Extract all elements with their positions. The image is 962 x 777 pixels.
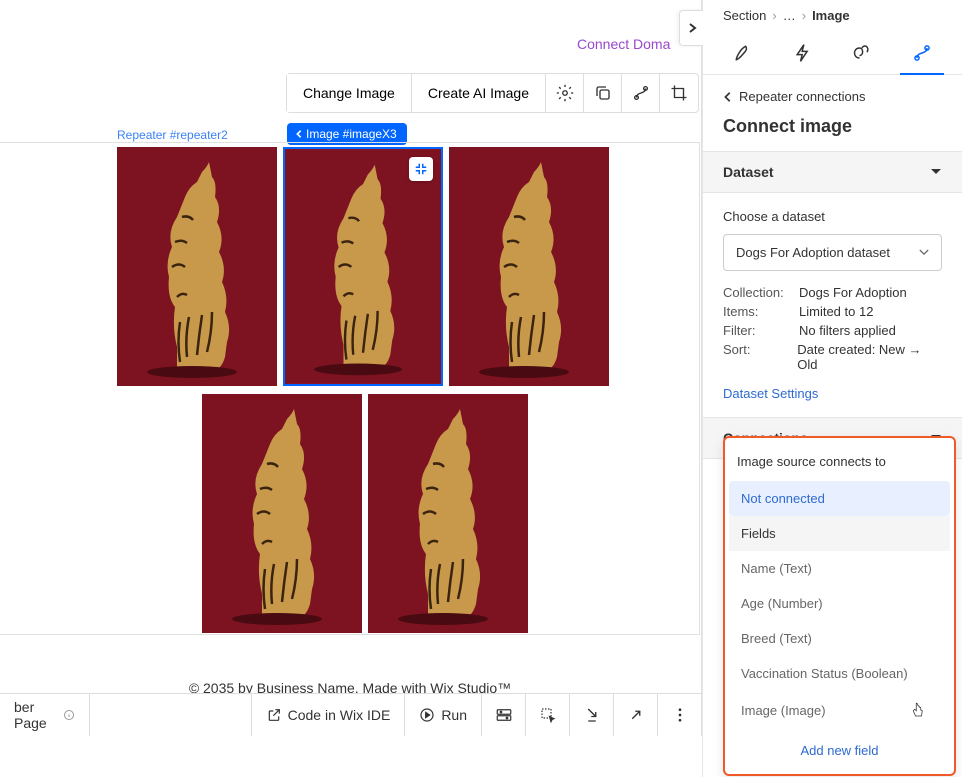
connect-domain-link[interactable]: Connect Doma — [577, 36, 670, 52]
connects-to-dropdown: Image source connects to Not connected F… — [723, 436, 956, 776]
tab-interactions-icon[interactable] — [833, 31, 893, 74]
dataset-select[interactable]: Dogs For Adoption dataset — [723, 234, 942, 271]
repeater-item-5[interactable] — [368, 394, 528, 633]
fields-group-header: Fields — [729, 516, 950, 551]
create-ai-image-button[interactable]: Create AI Image — [412, 74, 546, 112]
option-field-breed[interactable]: Breed (Text) — [729, 621, 950, 656]
breadcrumb-sep: › — [802, 8, 806, 23]
dataset-section-header[interactable]: Dataset — [703, 151, 962, 193]
play-icon — [419, 707, 435, 723]
panel-back-button[interactable]: Repeater connections — [703, 75, 962, 112]
tab-connect-icon[interactable] — [892, 31, 952, 74]
dataset-body: Choose a dataset Dogs For Adoption datas… — [703, 193, 962, 417]
image-grid-row1 — [117, 147, 627, 386]
find-replace-icon[interactable] — [482, 694, 526, 736]
page-indicator[interactable]: ber Page — [0, 694, 90, 736]
option-not-connected[interactable]: Not connected — [729, 481, 950, 516]
meta-items: Items:Limited to 12 — [723, 304, 942, 319]
breadcrumb: Section › … › Image — [703, 0, 962, 31]
repeater-label[interactable]: Repeater #repeater2 — [117, 128, 228, 142]
image-label-text: Image #imageX3 — [306, 127, 397, 141]
add-new-field-link[interactable]: Add new field — [729, 729, 950, 760]
crop-icon[interactable] — [660, 74, 698, 112]
breadcrumb-sep: › — [772, 8, 776, 23]
dataset-select-value: Dogs For Adoption dataset — [736, 245, 890, 260]
collapse-handle-icon[interactable] — [409, 157, 433, 181]
option-field-name[interactable]: Name (Text) — [729, 551, 950, 586]
bottom-spacer — [90, 694, 252, 736]
more-icon[interactable] — [658, 694, 702, 736]
connects-to-label: Image source connects to — [729, 442, 950, 481]
meta-sort: Sort:Date created: New → Old — [723, 342, 942, 372]
chevron-down-icon — [919, 249, 929, 256]
repeater-item-3[interactable] — [449, 147, 609, 386]
dataset-settings-link[interactable]: Dataset Settings — [723, 386, 818, 401]
option-field-vaccination[interactable]: Vaccination Status (Boolean) — [729, 656, 950, 691]
option-field-age[interactable]: Age (Number) — [729, 586, 950, 621]
connect-icon[interactable] — [622, 74, 660, 112]
canvas-area: Connect Doma Change Image Create AI Imag… — [0, 0, 702, 735]
copy-icon[interactable] — [584, 74, 622, 112]
run-label: Run — [441, 707, 467, 723]
chevron-down-icon — [930, 168, 942, 176]
inspector-panel: Section › … › Image Repeater connections… — [702, 0, 962, 777]
meta-filter: Filter:No filters applied — [723, 323, 942, 338]
cursor-pointer-icon — [911, 701, 926, 719]
info-icon — [63, 707, 75, 723]
meta-collection: Collection:Dogs For Adoption — [723, 285, 942, 300]
option-field-image[interactable]: Image (Image) — [729, 691, 950, 729]
dataset-header-label: Dataset — [723, 164, 774, 180]
breadcrumb-section[interactable]: Section — [723, 8, 766, 23]
code-ide-label: Code in Wix IDE — [288, 707, 391, 723]
selector-icon[interactable] — [526, 694, 570, 736]
expand-up-icon[interactable] — [614, 694, 658, 736]
bottom-bar: ber Page Code in Wix IDE Run — [0, 693, 702, 735]
panel-title: Connect image — [703, 112, 962, 151]
code-in-ide-button[interactable]: Code in Wix IDE — [252, 694, 406, 736]
tab-animation-icon[interactable] — [773, 31, 833, 74]
element-toolbar: Change Image Create AI Image — [286, 73, 699, 113]
settings-icon[interactable] — [546, 74, 584, 112]
panel-tabs — [703, 31, 962, 75]
choose-dataset-label: Choose a dataset — [723, 209, 942, 224]
page-name: ber Page — [14, 699, 57, 731]
repeater-item-4[interactable] — [202, 394, 362, 633]
panel-back-label: Repeater connections — [739, 89, 865, 104]
panel-collapse-tab[interactable] — [679, 10, 703, 46]
breadcrumb-current: Image — [812, 8, 850, 23]
expand-down-icon[interactable] — [570, 694, 614, 736]
change-image-button[interactable]: Change Image — [287, 74, 412, 112]
run-button[interactable]: Run — [405, 694, 482, 736]
repeater-item-2[interactable] — [283, 147, 443, 386]
repeater-item-1[interactable] — [117, 147, 277, 386]
breadcrumb-ellipsis[interactable]: … — [783, 8, 796, 23]
option-field-image-label: Image (Image) — [741, 703, 826, 718]
tab-design-icon[interactable] — [713, 31, 773, 74]
external-link-icon — [266, 707, 282, 723]
image-grid-row2 — [202, 394, 528, 633]
